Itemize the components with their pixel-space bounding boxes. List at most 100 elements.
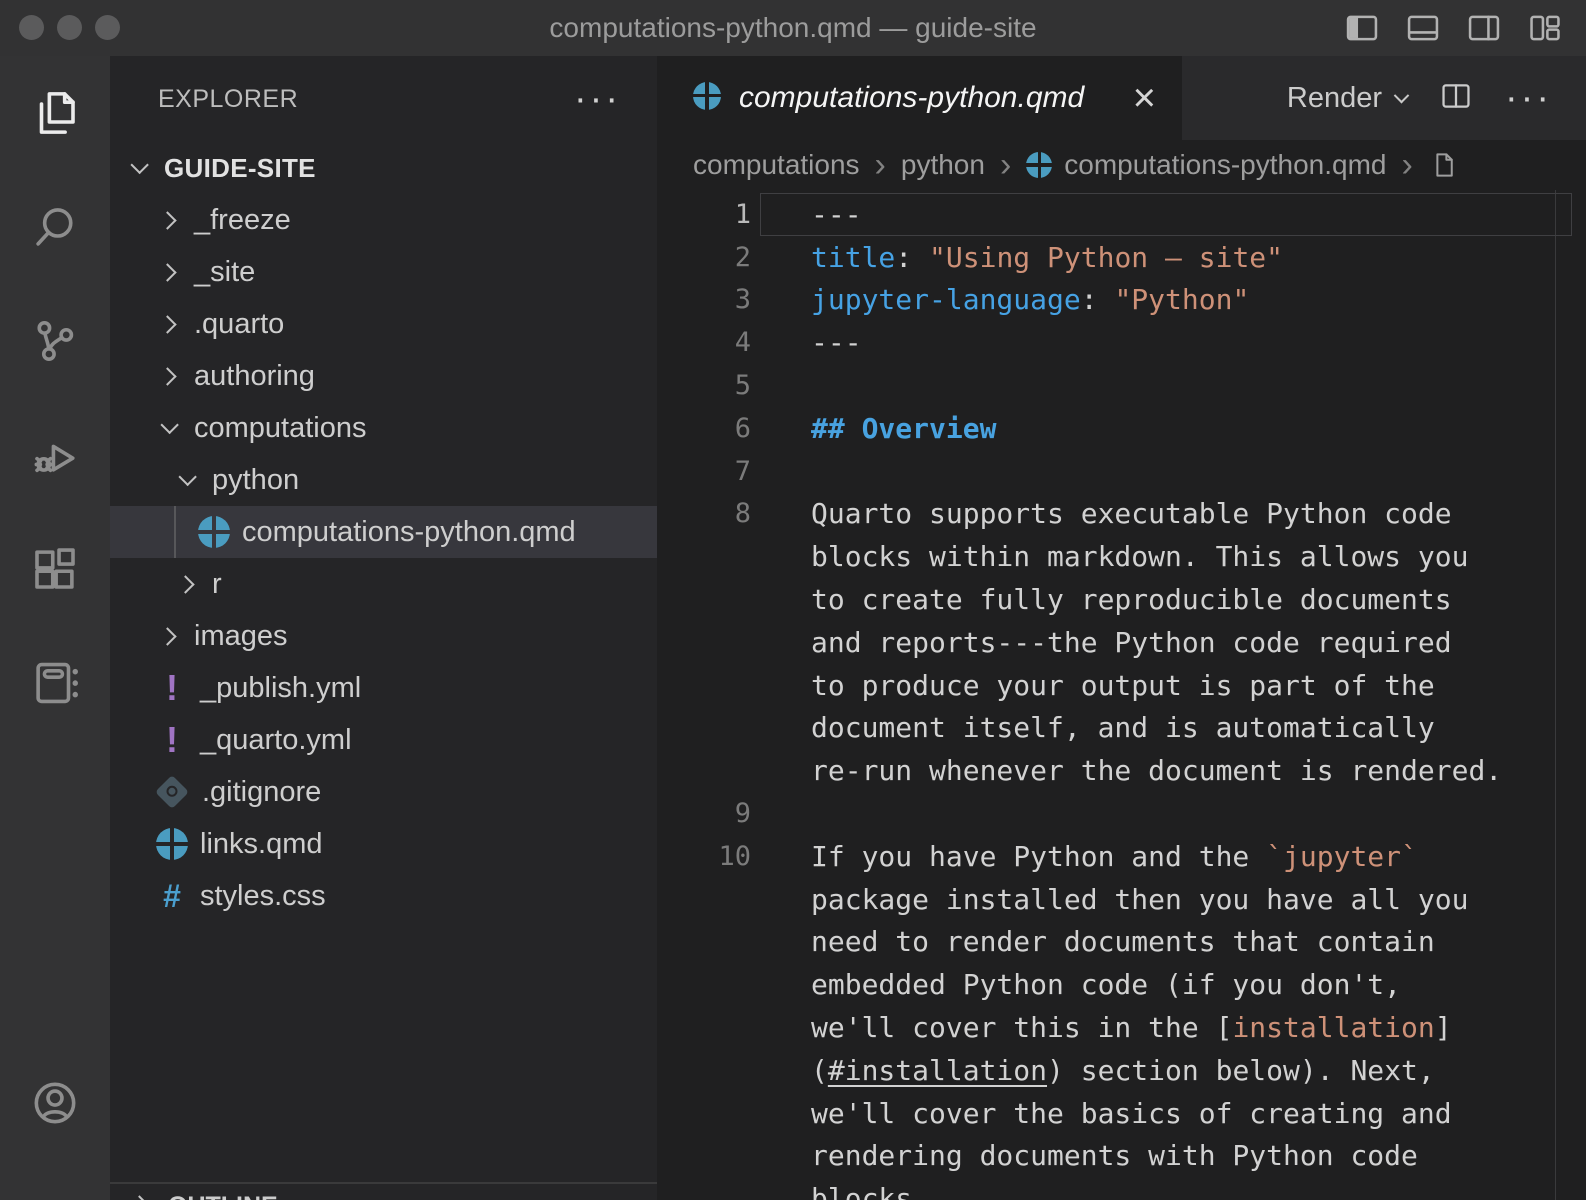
tree-item-computations[interactable]: computations — [110, 402, 657, 454]
tree-item--quarto-yml[interactable]: !_quarto.yml — [110, 714, 657, 766]
tab-label: computations-python.qmd — [739, 81, 1084, 115]
line-number: 2 — [657, 242, 751, 273]
tab-close-button[interactable]: × — [1133, 78, 1156, 118]
breadcrumb-item-computations-python-qmd[interactable]: computations-python.qmd — [1026, 149, 1386, 181]
tree-item--quarto[interactable]: .quarto — [110, 298, 657, 350]
tree-item-computations-python-qmd[interactable]: computations-python.qmd — [110, 506, 657, 558]
tree-item-label: styles.css — [200, 880, 326, 913]
chevron-right-icon — [158, 367, 176, 385]
code-line-wrap-21[interactable]: we'll cover the basics of creating and — [657, 1092, 1586, 1135]
tree-item--site[interactable]: _site — [110, 246, 657, 298]
tree-item-label: computations — [194, 412, 367, 445]
tree-item--publish-yml[interactable]: !_publish.yml — [110, 662, 657, 714]
line-text: to create fully reproducible documents — [751, 583, 1452, 616]
tree-item-styles-css[interactable]: #styles.css — [110, 870, 657, 922]
code-line-10[interactable]: 10If you have Python and the `jupyter` — [657, 835, 1586, 878]
code-line-wrap-20[interactable]: (#installation) section below). Next, — [657, 1049, 1586, 1092]
breadcrumb-item-symbol[interactable] — [1428, 150, 1458, 180]
breadcrumb-item-python[interactable]: python — [901, 149, 985, 181]
code-line-wrap-23[interactable]: blocks. — [657, 1177, 1586, 1200]
code-line-wrap-8[interactable]: blocks within markdown. This allows you — [657, 535, 1586, 578]
activity-item-extensions[interactable] — [0, 512, 110, 626]
tree-item-label: GUIDE-SITE — [164, 153, 316, 184]
code-line-2[interactable]: 2title: "Using Python — site" — [657, 236, 1586, 279]
minimize-window-button[interactable] — [57, 15, 82, 40]
chevron-right-icon — [158, 263, 176, 281]
tree-item-python[interactable]: python — [110, 454, 657, 506]
code-line-1[interactable]: 1--- — [657, 193, 1586, 236]
code-line-5[interactable]: 5 — [657, 364, 1586, 407]
activity-item-account[interactable] — [0, 1046, 110, 1160]
code-line-7[interactable]: 7 — [657, 450, 1586, 493]
code-line-9[interactable]: 9 — [657, 792, 1586, 835]
chevron-down-icon — [130, 155, 148, 173]
line-text: we'll cover this in the [installation] — [751, 1011, 1452, 1044]
editor-more-actions-button[interactable]: ··· — [1505, 88, 1552, 108]
activity-item-explorer[interactable] — [0, 56, 110, 170]
code-line-wrap-17[interactable]: need to render documents that contain — [657, 921, 1586, 964]
code-line-wrap-10[interactable]: and reports---the Python code required — [657, 621, 1586, 664]
breadcrumb-label: computations-python.qmd — [1064, 149, 1386, 181]
layout-controls — [1343, 9, 1564, 52]
line-number: 7 — [657, 456, 751, 487]
tree-item-images[interactable]: images — [110, 610, 657, 662]
render-label: Render — [1287, 82, 1382, 115]
tree-item--gitignore[interactable]: .gitignore — [110, 766, 657, 818]
toggle-secondary-sidebar-button[interactable] — [1465, 9, 1503, 52]
file-tree: GUIDE-SITE _freeze_site .quarto authoring co… — [110, 142, 657, 1182]
tree-item-links-qmd[interactable]: links.qmd — [110, 818, 657, 870]
chevron-down-icon — [160, 415, 178, 433]
code-line-wrap-18[interactable]: embedded Python code (if you don't, — [657, 963, 1586, 1006]
editor-actions: Render ··· — [1287, 56, 1586, 140]
code-line-wrap-9[interactable]: to create fully reproducible documents — [657, 578, 1586, 621]
line-number: 10 — [657, 841, 751, 872]
line-text: we'll cover the basics of creating and — [751, 1097, 1452, 1130]
yaml-icon: ! — [156, 670, 188, 706]
tree-item-guide-site[interactable]: GUIDE-SITE — [110, 142, 657, 194]
explorer-icon — [28, 86, 82, 140]
line-text: embedded Python code (if you don't, — [751, 968, 1401, 1001]
tree-item--freeze[interactable]: _freeze — [110, 194, 657, 246]
line-number: 3 — [657, 284, 751, 315]
line-text: need to render documents that contain — [751, 925, 1435, 958]
activity-item-run-debug[interactable] — [0, 398, 110, 512]
tab-computations-python-qmd[interactable]: computations-python.qmd × — [657, 56, 1182, 140]
notebook-icon — [28, 656, 82, 710]
account-icon — [28, 1076, 82, 1130]
line-text: document itself, and is automatically — [751, 711, 1435, 744]
code-line-3[interactable]: 3jupyter-language: "Python" — [657, 279, 1586, 322]
close-window-button[interactable] — [19, 15, 44, 40]
workbench: EXPLORER ··· GUIDE-SITE _freeze_site .quar… — [0, 56, 1586, 1200]
outline-section-header[interactable]: OUTLINE — [110, 1182, 657, 1200]
toggle-primary-sidebar-button[interactable] — [1343, 9, 1381, 52]
outline-title: OUTLINE — [168, 1192, 278, 1200]
customize-layout-button[interactable] — [1526, 9, 1564, 52]
tree-item-label: .quarto — [194, 308, 284, 341]
activity-item-search[interactable] — [0, 170, 110, 284]
explorer-title: EXPLORER — [158, 85, 298, 114]
code-line-wrap-22[interactable]: rendering documents with Python code — [657, 1135, 1586, 1178]
tree-item-label: .gitignore — [202, 776, 321, 809]
code-line-wrap-16[interactable]: package installed then you have all you — [657, 878, 1586, 921]
customize-layout-icon — [1526, 9, 1564, 47]
code-line-wrap-13[interactable]: re-run whenever the document is rendered… — [657, 749, 1586, 792]
code-line-wrap-11[interactable]: to produce your output is part of the — [657, 664, 1586, 707]
code-line-8[interactable]: 8Quarto supports executable Python code — [657, 493, 1586, 536]
code-editor[interactable]: 1---2title: "Using Python — site"3jupyte… — [657, 190, 1586, 1200]
breadcrumb-item-computations[interactable]: computations — [693, 149, 860, 181]
code-line-wrap-12[interactable]: document itself, and is automatically — [657, 707, 1586, 750]
code-line-4[interactable]: 4--- — [657, 321, 1586, 364]
explorer-more-actions-button[interactable]: ··· — [574, 89, 621, 109]
activity-item-notebook[interactable] — [0, 626, 110, 740]
tree-item-authoring[interactable]: authoring — [110, 350, 657, 402]
activity-item-source-control[interactable] — [0, 284, 110, 398]
split-editor-button[interactable] — [1439, 79, 1473, 118]
code-line-wrap-19[interactable]: we'll cover this in the [installation] — [657, 1006, 1586, 1049]
tree-item-r[interactable]: r — [110, 558, 657, 610]
toggle-panel-button[interactable] — [1404, 9, 1442, 52]
zoom-window-button[interactable] — [95, 15, 120, 40]
file-icon — [1428, 150, 1458, 180]
code-line-6[interactable]: 6## Overview — [657, 407, 1586, 450]
render-button[interactable]: Render — [1287, 82, 1407, 115]
activity-bar — [0, 56, 110, 1200]
